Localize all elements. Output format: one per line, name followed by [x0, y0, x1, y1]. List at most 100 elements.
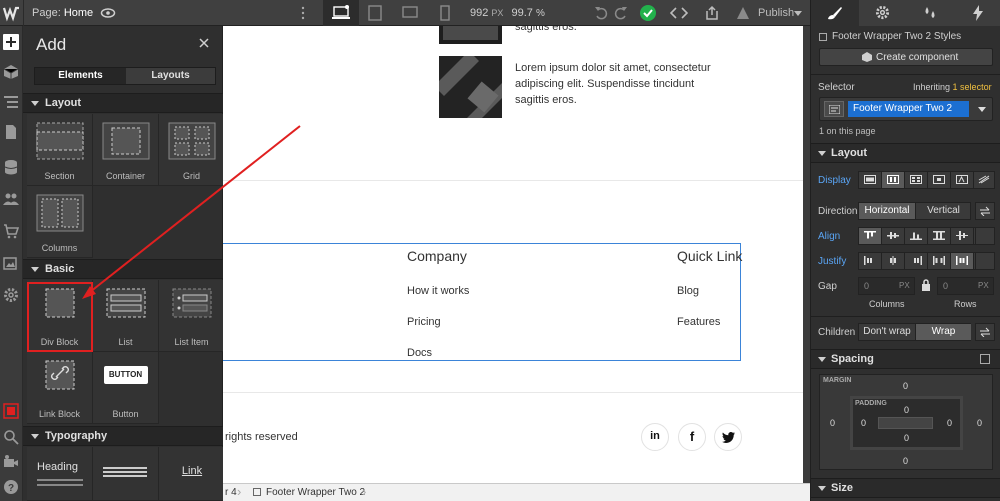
tab-settings[interactable] [858, 0, 906, 26]
users-icon[interactable] [3, 191, 19, 207]
code-icon[interactable] [670, 6, 688, 20]
navigator-icon[interactable] [3, 94, 19, 110]
export-icon[interactable] [704, 5, 720, 21]
assets-images-icon[interactable] [3, 255, 19, 271]
align-reset-button[interactable] [975, 227, 995, 245]
align-start-button[interactable] [859, 228, 882, 244]
inheriting-info[interactable]: Inheriting 1 selector [913, 82, 992, 92]
margin-right-value[interactable]: 0 [977, 418, 982, 428]
footer-link-how-it-works[interactable]: How it works [407, 285, 469, 297]
help-icon[interactable]: ? [3, 479, 19, 495]
tab-interactions[interactable] [953, 0, 1000, 26]
create-component-button[interactable]: Create component [819, 48, 993, 66]
gap-columns-input[interactable]: 0 PX [858, 277, 915, 295]
spacing-section-header[interactable]: Spacing [811, 349, 1000, 369]
footer-wrapper-selected[interactable] [223, 243, 741, 361]
tab-style-manager[interactable] [906, 0, 954, 26]
justify-start-button[interactable] [859, 253, 882, 269]
margin-bottom-value[interactable]: 0 [903, 456, 908, 466]
padding-bottom-value[interactable]: 0 [904, 433, 909, 443]
tab-elements[interactable]: Elements [35, 68, 126, 84]
preview-eye-icon[interactable] [100, 6, 116, 20]
element-list-item[interactable]: List Item [159, 280, 225, 352]
linkedin-icon[interactable]: in [641, 423, 669, 451]
padding-right-value[interactable]: 0 [947, 418, 952, 428]
element-heading[interactable]: Heading [27, 447, 93, 501]
selector-field[interactable]: Footer Wrapper Two 2 [819, 97, 993, 121]
page-selector[interactable]: Page: Home [32, 7, 93, 19]
direction-horizontal-button[interactable]: Horizontal [859, 203, 916, 219]
footer-link-blog[interactable]: Blog [677, 285, 699, 297]
align-center-button[interactable] [882, 228, 905, 244]
breakpoint-mobile-icon[interactable] [440, 5, 450, 21]
element-text-link[interactable]: Link [159, 447, 225, 501]
footer-link-docs[interactable]: Docs [407, 347, 432, 359]
breakpoint-tablet-icon[interactable] [368, 5, 382, 21]
search-icon[interactable] [3, 429, 19, 445]
element-paragraph[interactable] [93, 447, 159, 501]
element-container[interactable]: Container [93, 114, 159, 186]
justify-space-between-button[interactable] [928, 253, 951, 269]
dont-wrap-button[interactable]: Don't wrap [859, 324, 916, 340]
video-tutorials-icon[interactable] [3, 454, 19, 470]
justify-end-button[interactable] [905, 253, 928, 269]
footer-link-features[interactable]: Features [677, 316, 720, 328]
undo-icon[interactable] [594, 6, 608, 20]
element-columns[interactable]: Columns [27, 186, 93, 258]
basic-section-header[interactable]: Basic [23, 259, 223, 279]
add-panel-icon[interactable] [3, 34, 19, 50]
align-stretch-button[interactable] [928, 228, 951, 244]
symbols-cube-icon[interactable] [3, 64, 19, 80]
more-vertical-icon[interactable] [300, 6, 306, 20]
display-flex-button[interactable] [882, 172, 905, 188]
tab-layouts[interactable]: Layouts [126, 68, 215, 84]
breakpoint-desktop-button[interactable] [323, 0, 359, 26]
tab-style[interactable] [811, 0, 859, 26]
pages-icon[interactable] [3, 124, 19, 140]
reverse-direction-button[interactable] [975, 202, 995, 220]
lock-icon[interactable] [921, 279, 931, 291]
margin-left-value[interactable]: 0 [830, 418, 835, 428]
chevron-down-icon[interactable] [978, 107, 986, 112]
footer-link-pricing[interactable]: Pricing [407, 316, 441, 328]
webflow-logo[interactable] [3, 4, 21, 22]
breadcrumb-prev[interactable]: r 4 [225, 487, 237, 498]
audit-stop-icon[interactable] [3, 403, 19, 419]
gap-rows-input[interactable]: 0 PX [937, 277, 994, 295]
close-icon[interactable] [199, 38, 209, 48]
padding-box[interactable]: PADDING 0 0 0 0 [850, 396, 963, 450]
element-link-block[interactable]: Link Block [27, 352, 93, 424]
spacing-toggle-icon[interactable] [980, 354, 990, 364]
element-grid[interactable]: Grid [159, 114, 225, 186]
wrap-button[interactable]: Wrap [916, 324, 971, 340]
justify-space-around-button[interactable] [951, 253, 974, 269]
padding-top-value[interactable]: 0 [904, 405, 909, 415]
direction-vertical-button[interactable]: Vertical [916, 203, 971, 219]
display-none-button[interactable] [974, 172, 995, 188]
redo-icon[interactable] [614, 6, 628, 20]
margin-top-value[interactable]: 0 [903, 381, 908, 391]
element-section[interactable]: Section [27, 114, 93, 186]
display-inline-button[interactable] [951, 172, 974, 188]
design-canvas[interactable]: sagittis eros. Lorem ipsum dolor sit ame… [223, 26, 803, 483]
facebook-icon[interactable]: f [678, 423, 706, 451]
element-list[interactable]: List [93, 280, 159, 352]
justify-reset-button[interactable] [975, 252, 995, 270]
layout-section-header[interactable]: Layout [23, 93, 223, 113]
reverse-wrap-button[interactable] [975, 323, 995, 341]
selector-tag[interactable]: Footer Wrapper Two 2 [848, 101, 969, 117]
size-section-header[interactable]: Size [811, 478, 1000, 498]
padding-left-value[interactable]: 0 [861, 418, 866, 428]
class-icon[interactable] [824, 101, 844, 117]
typography-section-header[interactable]: Typography [23, 426, 223, 446]
ecommerce-cart-icon[interactable] [3, 223, 19, 239]
align-baseline-button[interactable] [951, 228, 974, 244]
cms-database-icon[interactable] [3, 159, 19, 175]
element-button[interactable]: BUTTON Button [93, 352, 159, 424]
align-end-button[interactable] [905, 228, 928, 244]
settings-gear-icon[interactable] [3, 287, 19, 303]
layout-section-header[interactable]: Layout [811, 143, 1000, 163]
breadcrumb-current[interactable]: Footer Wrapper Two 2 [266, 487, 365, 498]
justify-center-button[interactable] [882, 253, 905, 269]
display-grid-button[interactable] [905, 172, 928, 188]
